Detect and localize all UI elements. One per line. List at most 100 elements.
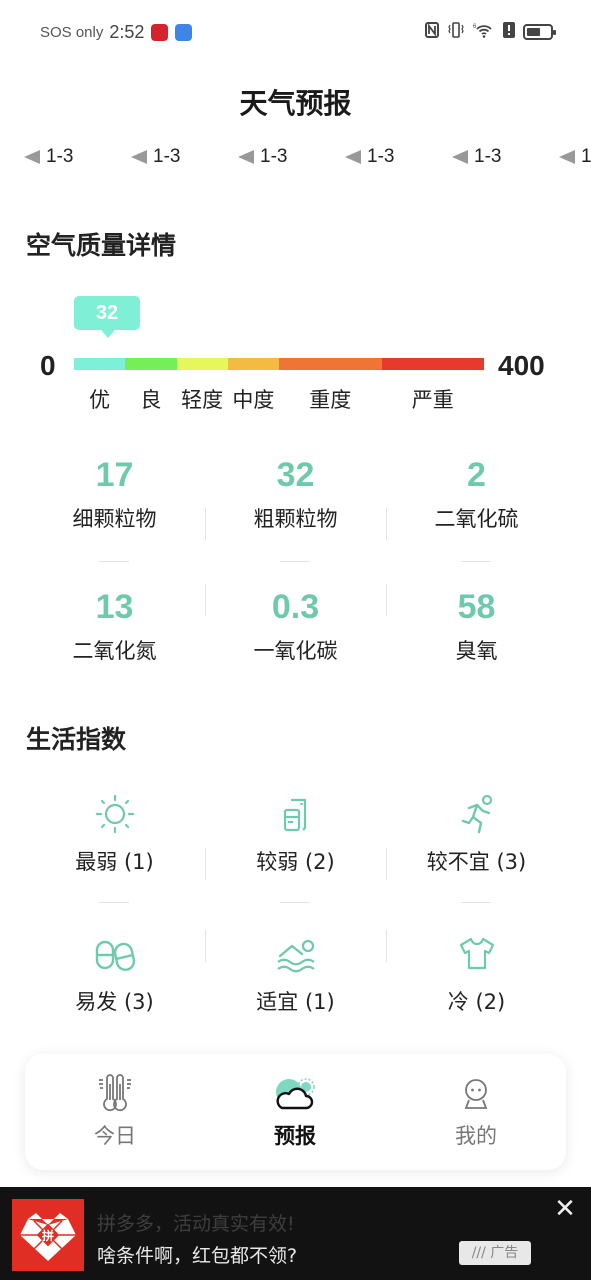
clock: 2:52 xyxy=(109,22,145,42)
wind-forecast-row[interactable]: 1-3 1-3 1-3 1-3 1-3 1 xyxy=(24,146,591,168)
pollutant-value: 0.3 xyxy=(271,588,320,626)
vibrate-icon xyxy=(447,22,465,42)
person-icon xyxy=(464,1079,488,1109)
aqi-segment xyxy=(381,358,484,370)
pollutant-value: 58 xyxy=(457,588,496,626)
pollutant-o3[interactable]: 58 臭氧 xyxy=(386,588,567,665)
wind-forecast-item: 1-3 xyxy=(452,146,559,168)
ad-badge: /// 广告 xyxy=(459,1241,531,1265)
aqi-level-label: 优 xyxy=(89,388,111,412)
nav-tab-label: 今日 xyxy=(94,1124,136,1148)
life-index-sport[interactable]: 较不宜 (3) xyxy=(386,792,567,876)
wind-direction-arrow-icon xyxy=(559,150,575,164)
wifi-badge-text: 6 xyxy=(473,24,477,30)
air-quality-title: 空气质量详情 xyxy=(26,231,177,260)
aqi-segment xyxy=(74,358,126,370)
pollutant-pm25[interactable]: 17 细颗粒物 xyxy=(24,456,205,533)
wind-level: 1-3 xyxy=(46,146,74,167)
pollutant-label: 臭氧 xyxy=(455,639,498,663)
running-person-icon xyxy=(461,794,492,834)
wind-forecast-item: 1-3 xyxy=(131,146,238,168)
wind-level: 1-3 xyxy=(474,146,502,167)
pollutant-pm10[interactable]: 32 粗颗粒物 xyxy=(205,456,386,533)
battery-icon xyxy=(523,24,556,40)
car-wash-icon xyxy=(283,798,306,832)
cloud-sun-icon xyxy=(276,1078,315,1110)
ad-title: 拼多多，活动真实有效! xyxy=(97,1213,295,1235)
life-index-label: 最弱 (1) xyxy=(75,850,154,874)
life-index-label: 适宜 (1) xyxy=(256,990,335,1014)
notification-app-icon xyxy=(175,24,193,41)
close-icon[interactable]: ✕ xyxy=(553,1196,577,1222)
divider xyxy=(280,902,310,903)
wind-direction-arrow-icon xyxy=(131,150,147,164)
life-index-label: 较弱 (2) xyxy=(256,850,335,874)
pinduoduo-logo-icon: 拼 xyxy=(20,1213,76,1261)
ad-text: 啥条件啊，红包都不领? xyxy=(97,1245,298,1267)
pollutant-co[interactable]: 0.3 一氧化碳 xyxy=(205,588,386,665)
aqi-scale-bar xyxy=(74,358,484,370)
pill-capsule-icon xyxy=(95,940,135,971)
ad-logo[interactable]: 拼 xyxy=(12,1199,84,1271)
divider xyxy=(386,584,387,616)
life-index-carwash[interactable]: 较弱 (2) xyxy=(205,792,386,876)
nav-tab-mine[interactable]: 我的 xyxy=(386,1054,566,1170)
status-left: SOS only 2:52 xyxy=(40,22,193,43)
pollutant-label: 一氧化碳 xyxy=(253,639,338,663)
pollutant-no2[interactable]: 13 二氧化氮 xyxy=(24,588,205,665)
bottom-nav: 今日 预报 我的 xyxy=(25,1054,566,1170)
ad-badge-label: 广告 xyxy=(490,1245,519,1261)
aqi-level-label: 良 xyxy=(140,388,162,412)
wind-direction-arrow-icon xyxy=(452,150,468,164)
ad-banner[interactable]: 拼 拼多多，活动真实有效! 啥条件啊，红包都不领? /// 广告 ✕ xyxy=(0,1187,591,1280)
pollutant-value: 2 xyxy=(467,456,486,494)
pollutant-so2[interactable]: 2 二氧化硫 xyxy=(386,456,567,533)
life-index-swim[interactable]: 适宜 (1) xyxy=(205,932,386,1016)
divider xyxy=(205,584,206,616)
pollutant-grid: 17 细颗粒物 32 粗颗粒物 2 二氧化硫 13 二氧化氮 0.3 一氧化碳 … xyxy=(24,456,567,676)
divider xyxy=(386,930,387,962)
aqi-segment xyxy=(279,358,382,370)
svg-text:拼: 拼 xyxy=(42,1228,54,1243)
life-index-cold[interactable]: 易发 (3) xyxy=(24,932,205,1016)
life-index-label: 易发 (3) xyxy=(75,990,154,1014)
wind-forecast-item: 1-3 xyxy=(238,146,345,168)
wind-forecast-item: 1-3 xyxy=(24,146,131,168)
wifi-6-icon: 6 xyxy=(473,22,495,42)
life-index-dressing[interactable]: 冷 (2) xyxy=(386,932,567,1016)
wind-level: 1-3 xyxy=(260,146,288,167)
wind-level: 1-3 xyxy=(153,146,181,167)
aqi-level-label: 重度 xyxy=(309,388,352,412)
pollutant-label: 二氧化氮 xyxy=(72,639,157,663)
aqi-scale-max: 400 xyxy=(498,350,545,381)
divider xyxy=(205,930,206,962)
divider xyxy=(386,848,387,880)
aqi-segment xyxy=(125,358,177,370)
nav-tab-today[interactable]: 今日 xyxy=(25,1054,205,1170)
wind-forecast-item: 1 xyxy=(559,146,591,168)
divider xyxy=(99,561,129,562)
life-index-title: 生活指数 xyxy=(26,725,127,754)
divider xyxy=(461,902,491,903)
aqi-value-bubble: 32 xyxy=(74,296,140,338)
divider xyxy=(280,561,310,562)
divider xyxy=(386,508,387,540)
aqi-segment xyxy=(176,358,228,370)
wind-level: 1 xyxy=(581,146,591,167)
nav-tab-label: 预报 xyxy=(274,1124,316,1148)
life-index-uv[interactable]: 最弱 (1) xyxy=(24,792,205,876)
wind-direction-arrow-icon xyxy=(24,150,40,164)
nav-tab-label: 我的 xyxy=(455,1124,497,1148)
status-bar: SOS only 2:52 6 xyxy=(0,0,591,66)
thermometer-icon xyxy=(99,1074,131,1112)
divider xyxy=(205,848,206,880)
pollutant-value: 17 xyxy=(95,456,134,494)
aqi-level-labels: 优 良轻度 中度 重度 严重 xyxy=(0,384,591,412)
divider xyxy=(99,902,129,903)
aqi-scale-min: 0 xyxy=(40,350,56,381)
nav-tab-forecast[interactable]: 预报 xyxy=(205,1054,385,1170)
divider xyxy=(205,508,206,540)
pollutant-label: 粗颗粒物 xyxy=(253,507,338,531)
wind-direction-arrow-icon xyxy=(238,150,254,164)
alert-icon xyxy=(503,22,515,42)
